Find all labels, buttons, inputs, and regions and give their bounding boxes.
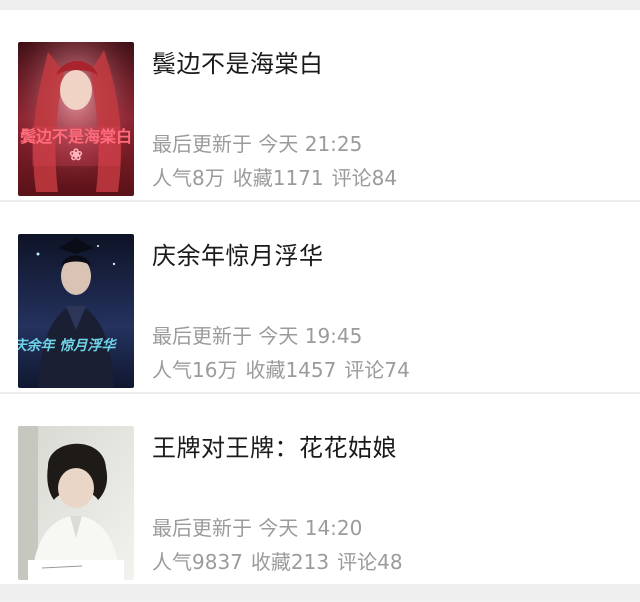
book-list-item[interactable]: 王牌对王牌：花花姑娘 最后更新于 今天 14:20 人气9837 收藏213 评论4… — [0, 394, 640, 584]
popularity-count: 人气16万 — [152, 358, 238, 382]
top-spacer — [0, 0, 640, 10]
book-title[interactable]: 庆余年惊月浮华 — [152, 236, 324, 271]
book-stats: 人气8万 收藏1171 评论84 — [152, 162, 397, 191]
bottom-spacer — [0, 584, 640, 594]
book-cover-red-haired-figure-icon: 鬓边不是海棠白 ❀ — [18, 42, 134, 196]
book-title[interactable]: 鬓边不是海棠白 — [152, 44, 324, 79]
comments-count: 评论48 — [337, 550, 403, 574]
book-title[interactable]: 王牌对王牌：花花姑娘 — [152, 428, 397, 463]
favorites-count: 收藏213 — [250, 550, 330, 574]
book-stats: 人气9837 收藏213 评论48 — [152, 546, 403, 575]
cover-title-text: 庆余年 惊月浮华 — [18, 337, 117, 354]
favorites-count: 收藏1171 — [232, 166, 324, 190]
book-list: 鬓边不是海棠白 ❀ 鬓边不是海棠白 最后更新于 今天 21:25 人气8万 收藏1… — [0, 10, 640, 584]
book-cover-student-portrait-icon — [18, 426, 134, 580]
last-updated-text: 最后更新于 今天 19:45 — [152, 324, 363, 348]
popularity-count: 人气8万 — [152, 166, 225, 190]
book-cover-image[interactable]: 鬓边不是海棠白 ❀ — [18, 42, 134, 196]
last-updated-text: 最后更新于 今天 14:20 — [152, 516, 363, 540]
popularity-count: 人气9837 — [152, 550, 243, 574]
last-updated-text: 最后更新于 今天 21:25 — [152, 132, 363, 156]
comments-count: 评论84 — [331, 166, 398, 190]
svg-text:❀: ❀ — [69, 145, 82, 164]
cover-title-text: 鬓边不是海棠白 — [20, 127, 132, 146]
book-cover-costume-portrait-icon: 庆余年 惊月浮华 — [18, 234, 134, 388]
comments-count: 评论74 — [344, 358, 410, 382]
book-stats: 人气16万 收藏1457 评论74 — [152, 354, 410, 383]
book-cover-image[interactable] — [18, 426, 134, 580]
favorites-count: 收藏1457 — [245, 358, 337, 382]
book-cover-image[interactable]: 庆余年 惊月浮华 — [18, 234, 134, 388]
book-list-item[interactable]: 鬓边不是海棠白 ❀ 鬓边不是海棠白 最后更新于 今天 21:25 人气8万 收藏1… — [0, 10, 640, 200]
book-list-item[interactable]: 庆余年 惊月浮华 庆余年惊月浮华 最后更新于 今天 19:45 人气16万 收藏1… — [0, 202, 640, 392]
